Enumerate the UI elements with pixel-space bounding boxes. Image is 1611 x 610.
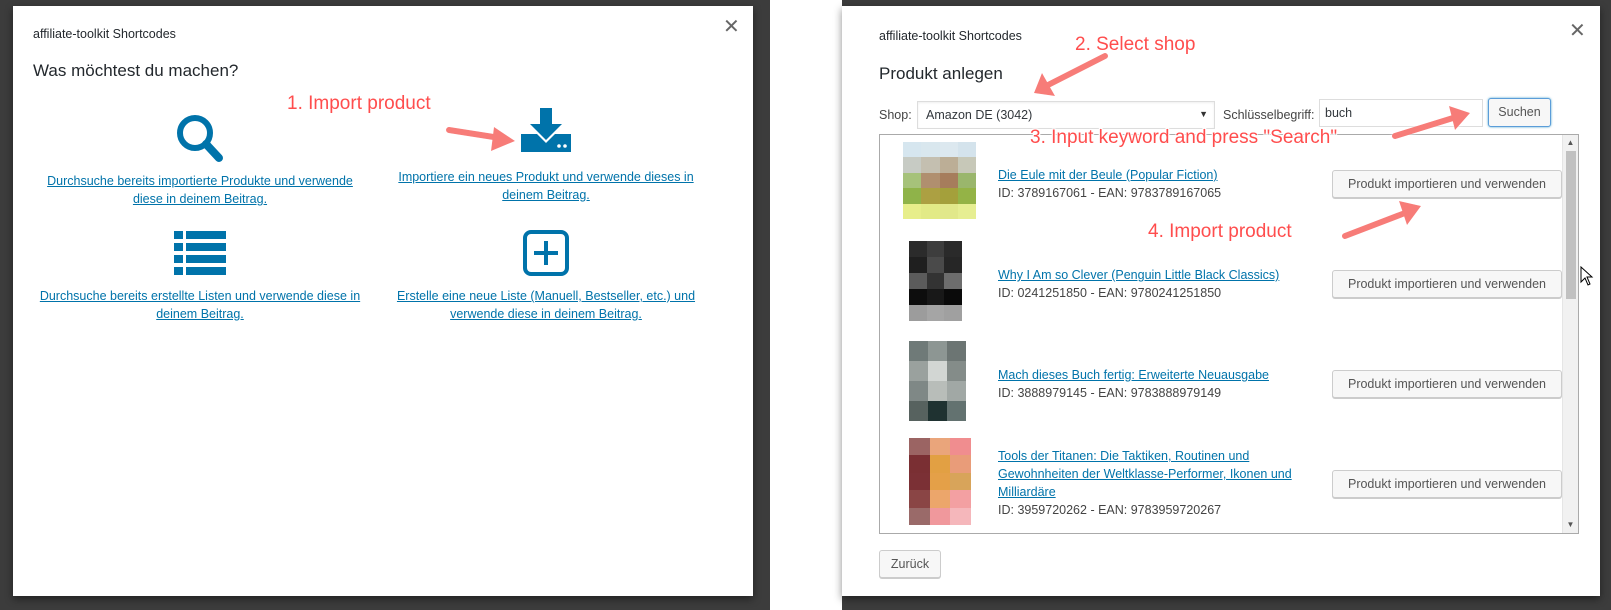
product-meta: ID: 0241251850 - EAN: 9780241251850 xyxy=(998,286,1222,300)
product-title-link[interactable]: Tools der Titanen: Die Taktiken, Routine… xyxy=(998,447,1308,501)
shop-label: Shop: xyxy=(879,108,912,122)
shop-select-value: Amazon DE (3042) xyxy=(926,108,1033,122)
list-icon xyxy=(174,231,226,275)
product-title-link[interactable]: Why I Am so Clever (Penguin Little Black… xyxy=(998,266,1308,284)
product-meta: ID: 3888979145 - EAN: 9783888979149 xyxy=(998,386,1222,400)
product-meta: ID: 3789167061 - EAN: 9783789167065 xyxy=(998,186,1222,200)
close-icon[interactable]: ✕ xyxy=(723,17,740,37)
list-item: Tools der Titanen: Die Taktiken, Routine… xyxy=(880,435,1562,533)
product-title-link[interactable]: Mach dieses Buch fertig: Erweiterte Neua… xyxy=(998,366,1308,384)
back-button[interactable]: Zurück xyxy=(879,550,941,578)
scroll-up-icon[interactable]: ▲ xyxy=(1563,136,1578,150)
plus-square-icon xyxy=(523,230,569,276)
option-import-product[interactable]: Importiere ein neues Produkt und verwend… xyxy=(381,106,711,204)
annotation-step4: 4. Import product xyxy=(1148,221,1292,242)
list-item: Die Eule mit der Beule (Popular Fiction)… xyxy=(880,135,1562,235)
import-product-button[interactable]: Produkt importieren und verwenden xyxy=(1332,170,1562,198)
mouse-cursor-icon xyxy=(1580,266,1594,286)
list-item: Mach dieses Buch fertig: Erweiterte Neua… xyxy=(880,335,1562,435)
search-button[interactable]: Suchen xyxy=(1488,98,1551,127)
import-product-button[interactable]: Produkt importieren und verwenden xyxy=(1332,370,1562,398)
import-product-button[interactable]: Produkt importieren und verwenden xyxy=(1332,470,1562,498)
list-item: Why I Am so Clever (Penguin Little Black… xyxy=(880,235,1562,335)
shop-select[interactable]: Amazon DE (3042) ▼ xyxy=(917,101,1215,129)
product-thumbnail xyxy=(903,142,976,219)
option-search-lists[interactable]: Durchsuche bereits erstellte Listen und … xyxy=(35,229,365,323)
keyword-input[interactable]: buch xyxy=(1319,99,1483,127)
option-search-lists-link[interactable]: Durchsuche bereits erstellte Listen und … xyxy=(35,287,365,323)
product-title-link[interactable]: Die Eule mit der Beule (Popular Fiction) xyxy=(998,166,1308,184)
annotation-step1: 1. Import product xyxy=(287,93,431,114)
option-import-product-link[interactable]: Importiere ein neues Produkt und verwend… xyxy=(381,168,711,204)
close-icon[interactable]: ✕ xyxy=(1569,21,1586,41)
annotation-step3: 3. Input keyword and press "Search" xyxy=(1030,127,1338,148)
product-meta: ID: 3959720262 - EAN: 9783959720267 xyxy=(998,503,1222,517)
page-heading: Was möchtest du machen? xyxy=(33,61,239,80)
annotation-step2: 2. Select shop xyxy=(1075,34,1196,55)
download-icon xyxy=(521,108,571,152)
option-search-products[interactable]: Durchsuche bereits importierte Produkte … xyxy=(35,112,365,208)
page-heading: Produkt anlegen xyxy=(879,64,1003,83)
import-product-button[interactable]: Produkt importieren und verwenden xyxy=(1332,270,1562,298)
keyword-label: Schlüsselbegriff: xyxy=(1223,108,1315,122)
product-thumbnail xyxy=(909,241,962,321)
product-thumbnail xyxy=(909,438,971,525)
search-icon xyxy=(177,115,223,162)
scroll-down-icon[interactable]: ▼ xyxy=(1563,518,1578,532)
option-search-products-link[interactable]: Durchsuche bereits importierte Produkte … xyxy=(35,172,365,208)
option-create-list[interactable]: Erstelle eine neue Liste (Manuell, Bests… xyxy=(381,229,711,323)
modal-title: affiliate-toolkit Shortcodes xyxy=(33,27,176,41)
product-thumbnail xyxy=(909,341,966,421)
modal-title: affiliate-toolkit Shortcodes xyxy=(879,29,1022,43)
chevron-down-icon: ▼ xyxy=(1199,109,1208,119)
scrollbar-thumb[interactable] xyxy=(1566,151,1576,299)
results-scrollbar[interactable]: ▲ ▼ xyxy=(1562,135,1578,533)
option-create-list-link[interactable]: Erstelle eine neue Liste (Manuell, Bests… xyxy=(381,287,711,323)
results-list[interactable]: Die Eule mit der Beule (Popular Fiction)… xyxy=(879,134,1579,534)
